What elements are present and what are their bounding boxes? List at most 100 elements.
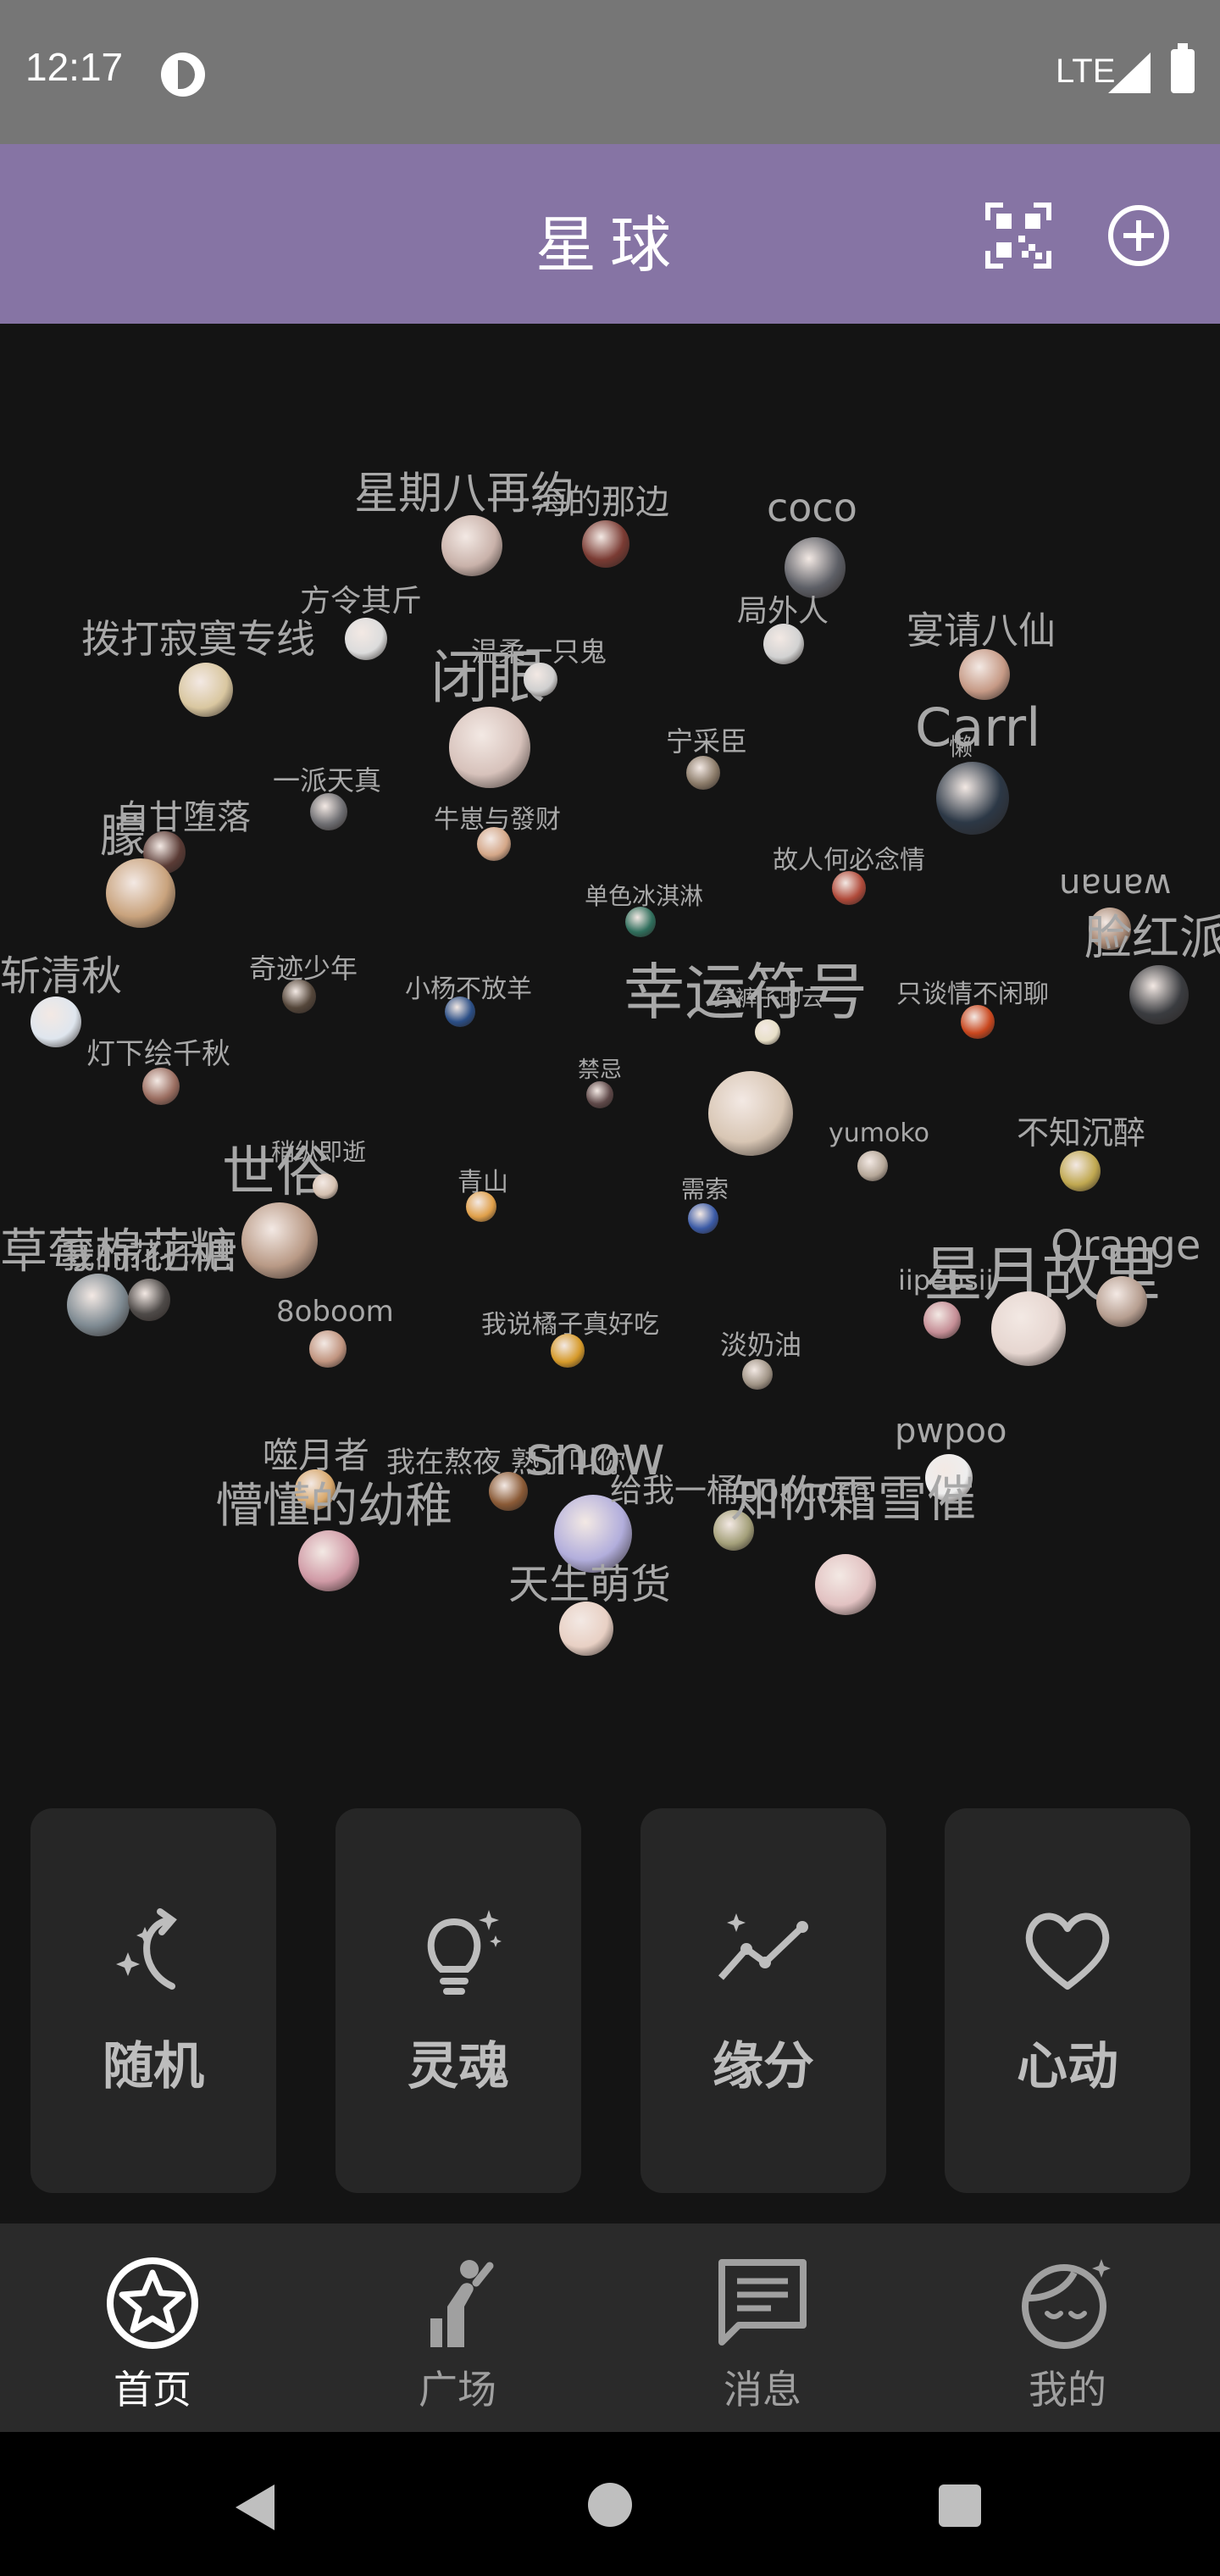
avatar[interactable] [815,1554,876,1615]
avatar[interactable] [142,1068,180,1105]
star-user-name: 8oboom [276,1295,394,1329]
tab-messages[interactable]: 消息 [610,2223,915,2432]
tab-mine[interactable]: 我的 [915,2223,1220,2432]
avatar[interactable] [310,793,347,830]
trend-sparkle-icon [718,1913,808,1980]
system-nav-bar [0,2432,1220,2576]
avatar[interactable] [625,907,656,937]
star-user-name: 朦 [100,809,146,863]
avatar[interactable] [959,649,1010,700]
add-circle-icon[interactable] [1106,203,1171,268]
star-field: 星期八再约 海的那边 coco 方令其斤 局外人 宴请八仙 拨打寂寞专线 闭眼 温柔一只鬼 宁采臣… [0,324,1220,1764]
app-header: 星球 [0,144,1220,324]
star-user-name: 穿裤子的云 [713,986,824,1012]
qr-scan-icon[interactable] [984,202,1052,269]
avatar[interactable] [559,1602,613,1656]
avatar[interactable] [313,1174,338,1199]
avatar[interactable] [489,1472,528,1511]
star-user-name: 脸红派 [1084,911,1220,966]
avatar[interactable] [991,1291,1066,1366]
heartbeat-label: 心动 [1017,2037,1118,2096]
star-user-name: Carrl [915,697,1041,758]
bottom-nav: 首页 广场 消息 我的 [0,2223,1220,2432]
avatar[interactable] [551,1334,585,1368]
battery-icon [1171,43,1195,93]
avatar[interactable] [282,980,316,1013]
heart-icon [1025,1913,1110,1990]
fate-card[interactable]: 缘分 [640,1808,886,2193]
tab-square[interactable]: 广场 [305,2223,610,2432]
avatar[interactable] [128,1279,170,1321]
tab-home-label: 首页 [114,2367,191,2412]
avatar[interactable] [857,1151,888,1181]
tab-square-label: 广场 [419,2367,496,2412]
star-user-name: 拨打寂寞专线 [81,616,315,662]
avatar[interactable] [923,1302,961,1339]
avatar[interactable] [106,858,175,928]
recents-icon[interactable] [939,2484,981,2527]
avatar[interactable] [582,520,629,568]
avatar[interactable] [742,1359,773,1390]
avatar[interactable] [30,997,81,1047]
soul-label: 灵魂 [408,2037,509,2096]
avatar[interactable] [1096,1276,1147,1327]
back-icon[interactable] [236,2484,274,2530]
star-user-name: 宁采臣 [666,725,748,758]
tab-mine-label: 我的 [1029,2367,1106,2412]
fate-label: 缘分 [713,2037,814,2096]
avatar[interactable] [686,756,720,790]
avatar[interactable] [298,1530,359,1591]
status-bar: 12:17 LTE [0,0,1220,144]
star-user-name: 稍纵即逝 [271,1138,367,1166]
avatar[interactable] [477,827,511,861]
avatar[interactable] [586,1081,613,1108]
random-card[interactable]: 随机 [30,1808,276,2193]
avatar[interactable] [241,1202,318,1279]
star-user-name: 海的那边 [534,483,669,522]
avatar[interactable] [345,618,387,660]
lightbulb-sparkle-icon [427,1910,502,1995]
message-icon [718,2259,807,2346]
figure-icon [430,2260,494,2347]
avatar[interactable] [961,1005,995,1039]
star-user-name: 方令其斤 [300,584,423,619]
star-user-name: Orange [1051,1222,1201,1269]
star-circle-icon [107,2257,198,2349]
avatar[interactable] [179,663,233,717]
avatar[interactable] [936,762,1009,835]
avatar[interactable] [524,663,557,697]
avatar[interactable] [708,1071,793,1156]
home-icon[interactable] [588,2483,632,2527]
avatar[interactable] [466,1191,496,1222]
random-sparkle-icon [116,1908,177,1990]
signal-icon [1108,53,1151,93]
star-user-name: 懒 [949,733,973,761]
star-user-name: 只谈情不闲聊 [896,980,1049,1009]
star-user-name: pwpoo [895,1412,1007,1451]
avatar[interactable] [755,1019,780,1045]
avatar[interactable] [763,624,804,664]
heartbeat-card[interactable]: 心动 [945,1808,1190,2193]
soul-card[interactable]: 灵魂 [336,1808,581,2193]
star-user-name: 不知沉醉 [1017,1114,1146,1152]
star-user-name: yumoko [829,1119,930,1148]
avatar[interactable] [309,1330,347,1368]
avatar[interactable] [67,1274,130,1336]
avatar[interactable] [441,515,502,576]
tab-home[interactable]: 首页 [0,2223,305,2432]
avatar[interactable] [1129,965,1189,1024]
avatar[interactable] [832,871,866,905]
avatar[interactable] [688,1203,718,1234]
avatar[interactable] [445,997,475,1027]
star-user-name: 宴请八仙 [907,609,1056,652]
avatar[interactable] [1060,1151,1101,1191]
profile-face-icon [1022,2259,1111,2349]
star-user-name: 淡奶油 [720,1329,802,1361]
status-time: 12:17 [25,45,124,89]
avatar[interactable] [449,707,530,788]
data-saver-icon [161,53,205,97]
star-user-name: 斩清秋 [0,952,123,1000]
network-type: LTE [1056,53,1116,90]
star-user-name: 需索 [681,1175,729,1203]
star-user-name: iipebsii [898,1264,994,1296]
